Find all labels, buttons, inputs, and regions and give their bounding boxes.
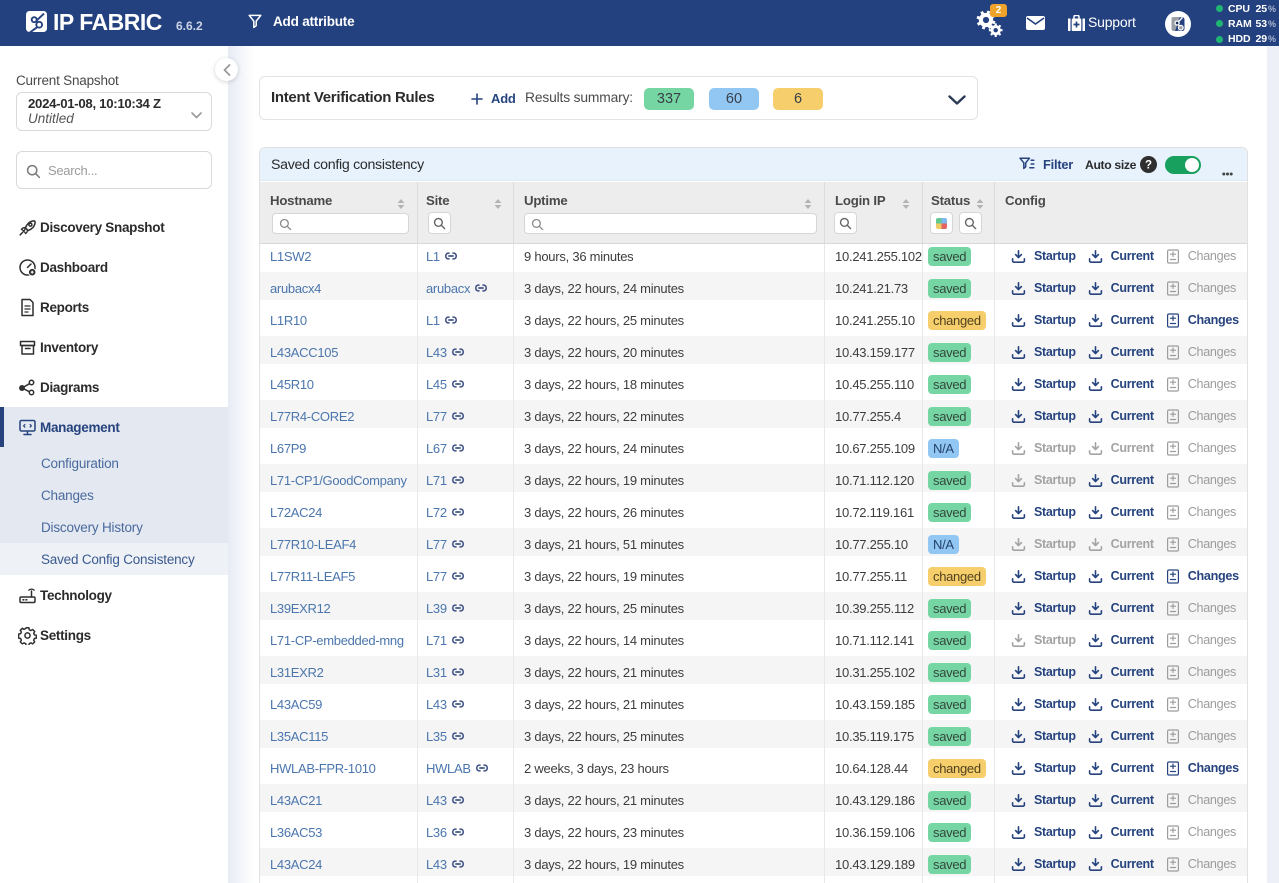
svg-text:?: ? (1145, 160, 1152, 172)
